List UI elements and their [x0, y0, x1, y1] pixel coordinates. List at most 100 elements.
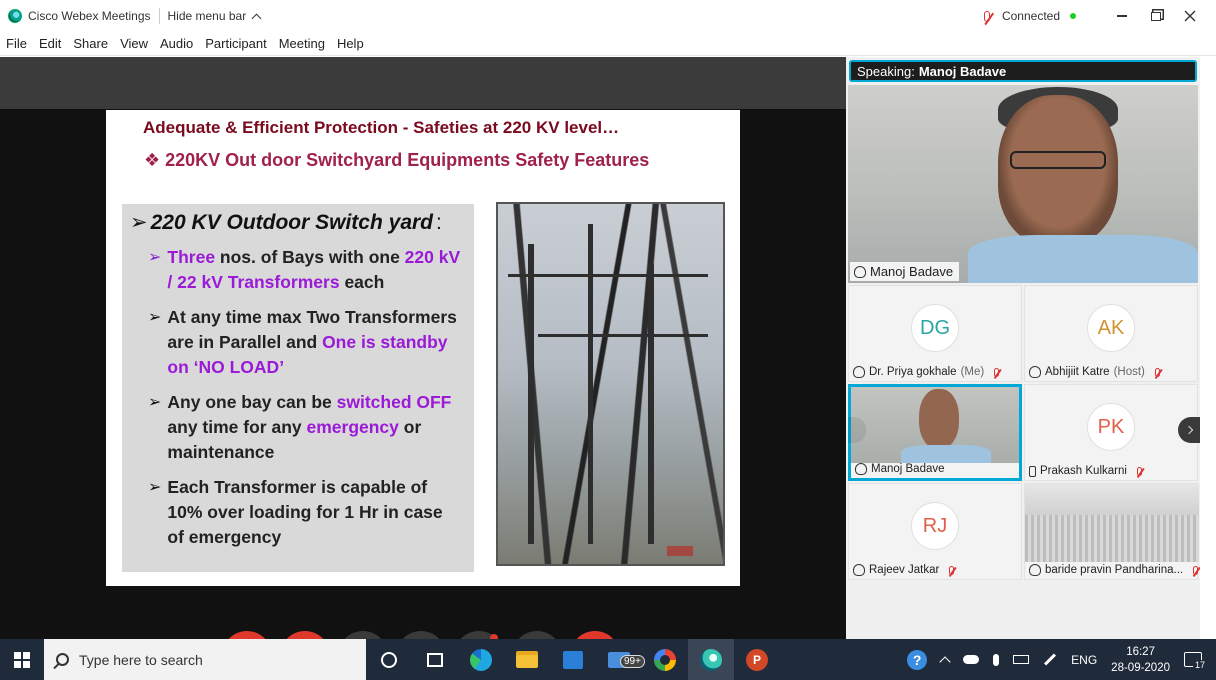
- webex-logo-icon: [8, 9, 22, 23]
- participant-tile[interactable]: RJ Rajeev Jatkar: [848, 483, 1022, 580]
- audio-connected-icon: [853, 366, 865, 378]
- grid-next-button[interactable]: [1178, 417, 1202, 443]
- participant-tile[interactable]: AK Abhijiit Katre (Host): [1024, 285, 1198, 382]
- participant-name-row: Rajeev Jatkar: [853, 564, 955, 576]
- menu-audio[interactable]: Audio: [154, 36, 199, 51]
- bullet-text-segment: each: [339, 272, 385, 292]
- google-icon: [654, 648, 676, 671]
- participant-name: Prakash Kulkarni: [1040, 465, 1127, 477]
- bullet-text-segment: any time for any: [167, 417, 307, 437]
- participant-avatar: AK: [1087, 304, 1135, 352]
- participant-name: Manoj Badave: [871, 463, 945, 475]
- restore-button[interactable]: [1142, 2, 1170, 30]
- store-button[interactable]: [550, 639, 596, 680]
- powerpoint-button[interactable]: P: [734, 639, 780, 680]
- stage-top-bar: [0, 57, 846, 109]
- title-bar-right: Connected: [983, 0, 1204, 32]
- photo-tower: [528, 244, 534, 544]
- participant-tile[interactable]: PK Prakash Kulkarni: [1024, 384, 1198, 481]
- speaking-prefix: Speaking:: [857, 63, 915, 79]
- chrome-button[interactable]: [642, 639, 688, 680]
- menu-bar: File Edit Share View Audio Participant M…: [0, 32, 1216, 56]
- participant-avatar: DG: [911, 304, 959, 352]
- participant-name-row: Manoj Badave: [855, 463, 945, 475]
- photo-beam: [538, 334, 708, 337]
- edge-button[interactable]: [458, 639, 504, 680]
- participant-name: Abhijiit Katre: [1045, 366, 1110, 378]
- slide-bullet-text: Three nos. of Bays with one 220 kV / 22 …: [167, 245, 464, 295]
- muted-mic-icon: [994, 367, 1000, 377]
- file-explorer-button[interactable]: [504, 639, 550, 680]
- minimize-icon: [1117, 15, 1127, 17]
- webex-icon: [700, 648, 722, 671]
- muted-mic-icon: [1154, 367, 1160, 377]
- audio-connected-icon: [1029, 366, 1041, 378]
- language-indicator[interactable]: ENG: [1071, 653, 1097, 667]
- notification-icon[interactable]: 17: [1184, 652, 1208, 670]
- highlight-text: emergency: [306, 417, 399, 437]
- windows-taskbar: Type here to search 99+ P ? ENG 16:27 28…: [0, 639, 1216, 680]
- chevron-up-icon: [251, 13, 262, 23]
- photo-beam: [508, 274, 708, 277]
- photo-tower: [588, 224, 593, 544]
- bullet-text-segment: nos. of Bays with one: [215, 247, 405, 267]
- main-video-name: Manoj Badave: [870, 264, 954, 279]
- minimize-button[interactable]: [1108, 2, 1136, 30]
- arrow-bullet-icon: ➢: [148, 479, 162, 496]
- participant-tile[interactable]: DG Dr. Priya gokhale (Me): [848, 285, 1022, 382]
- title-bar: Cisco Webex Meetings Hide menu bar Conne…: [0, 0, 1216, 32]
- muted-mic-icon: [949, 565, 955, 575]
- menu-help[interactable]: Help: [331, 36, 370, 51]
- participant-avatar: PK: [1087, 403, 1135, 451]
- cortana-button[interactable]: [366, 639, 412, 680]
- menu-file[interactable]: File: [0, 36, 33, 51]
- pen-icon[interactable]: [1044, 653, 1057, 666]
- taskbar-search[interactable]: Type here to search: [44, 639, 366, 680]
- participant-name-row: baride pravin Pandharina...: [1029, 564, 1199, 576]
- mail-button[interactable]: 99+: [596, 639, 645, 680]
- participant-video: [851, 387, 1019, 463]
- participant-tile[interactable]: baride pravin Pandharina...: [1024, 483, 1199, 580]
- photo-tower: [648, 264, 654, 544]
- microphone-icon[interactable]: [993, 653, 1000, 666]
- cortana-icon: [381, 651, 397, 668]
- chevron-up-icon[interactable]: [939, 655, 951, 668]
- battery-icon[interactable]: [1013, 655, 1030, 664]
- webex-taskbar-button[interactable]: [688, 639, 734, 680]
- help-icon[interactable]: ?: [907, 649, 928, 670]
- edge-icon: [470, 648, 492, 671]
- presentation-slide: Adequate & Efficient Protection - Safeti…: [106, 110, 740, 586]
- close-window-button[interactable]: [1176, 2, 1204, 30]
- arrow-bullet-icon: ➢: [148, 309, 162, 326]
- title-separator: [158, 8, 160, 24]
- onedrive-icon[interactable]: [963, 655, 980, 664]
- highlight-text: switched OFF: [336, 392, 452, 412]
- search-placeholder: Type here to search: [79, 651, 203, 668]
- hide-menu-bar-button[interactable]: Hide menu bar: [167, 9, 262, 23]
- participant-panel: Speaking: Manoj Badave Manoj Badave DG D…: [846, 57, 1202, 639]
- menu-edit[interactable]: Edit: [33, 36, 67, 51]
- menu-share[interactable]: Share: [67, 36, 114, 51]
- system-tray: ? ENG 16:27 28-09-2020 17: [907, 639, 1216, 680]
- menu-meeting[interactable]: Meeting: [273, 36, 331, 51]
- participant-name: Dr. Priya gokhale: [869, 366, 957, 378]
- menu-view[interactable]: View: [114, 36, 154, 51]
- active-speaker-video[interactable]: Manoj Badave: [848, 85, 1198, 283]
- speaking-name: Manoj Badave: [918, 63, 1007, 79]
- hide-menu-label: Hide menu bar: [167, 9, 247, 23]
- clock[interactable]: 16:27 28-09-2020: [1111, 644, 1170, 676]
- muted-mic-icon[interactable]: [983, 10, 990, 22]
- connection-dot-icon: [1070, 13, 1076, 19]
- menu-participant[interactable]: Participant: [199, 36, 272, 51]
- participant-tile-active[interactable]: Manoj Badave: [848, 384, 1022, 481]
- video-person-face: [919, 389, 959, 449]
- slide-title: Adequate & Efficient Protection - Safeti…: [143, 118, 620, 137]
- highlight-text: Three: [167, 247, 216, 267]
- audio-connected-icon: [855, 463, 867, 475]
- task-view-button[interactable]: [412, 639, 458, 680]
- slide-bullet-text: At any time max Two Transformers are in …: [167, 305, 464, 380]
- slide-bullet-heading: ➢ 220 KV Outdoor Switch yard :: [130, 210, 464, 235]
- participant-role: (Me): [960, 366, 985, 378]
- start-button[interactable]: [0, 639, 44, 680]
- participant-role: (Host): [1113, 366, 1145, 378]
